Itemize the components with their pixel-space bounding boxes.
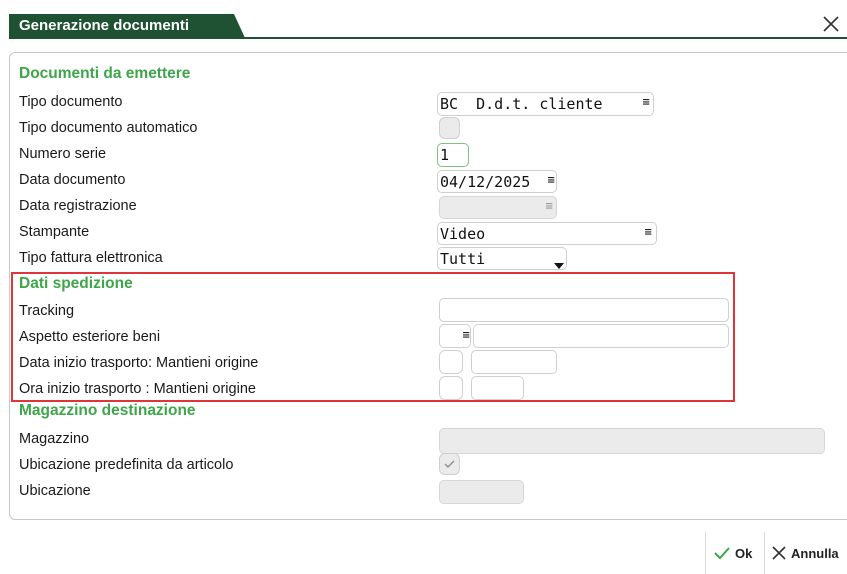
chevron-down-icon[interactable] (554, 256, 564, 272)
data-inizio-checkbox[interactable] (439, 350, 463, 374)
tipo-documento-automatico-checkbox[interactable] (439, 117, 460, 139)
data-registrazione-label: Data registrazione (19, 198, 137, 214)
ubicazione-predefinita-label: Ubicazione predefinita da articolo (19, 457, 234, 473)
data-documento-field[interactable]: 04/12/2025 (437, 170, 557, 193)
data-registrazione-field[interactable] (439, 196, 557, 219)
ubicazione-predefinita-checkbox[interactable] (439, 453, 460, 475)
section-title-documenti: Documenti da emettere (19, 65, 191, 82)
data-inizio-label: Data inizio trasporto: Mantieni origine (19, 355, 259, 371)
tracking-field[interactable] (439, 298, 729, 322)
section-title-spedizione: Dati spedizione (19, 275, 133, 292)
stampante-label: Stampante (19, 224, 90, 240)
button-separator (705, 532, 706, 574)
magazzino-label: Magazzino (19, 431, 90, 447)
tipo-documento-menu-icon[interactable]: ≡ (642, 97, 650, 108)
aspetto-field[interactable] (473, 324, 729, 348)
data-documento-label: Data documento (19, 172, 126, 188)
title-rule (9, 37, 847, 39)
tipo-fattura-label: Tipo fattura elettronica (19, 250, 163, 266)
data-registrazione-menu-icon: ≡ (545, 201, 554, 212)
tipo-documento-automatico-label: Tipo documento automatico (19, 120, 198, 136)
check-icon (714, 547, 730, 560)
ora-inizio-field[interactable] (471, 376, 524, 400)
magazzino-field[interactable] (439, 428, 825, 454)
stampante-field[interactable]: Video (437, 222, 657, 245)
annulla-button[interactable]: Annulla (771, 545, 839, 561)
tipo-documento-field[interactable]: BC D.d.t. cliente (437, 92, 654, 116)
ok-label: Ok (735, 545, 753, 561)
aspetto-menu-icon[interactable]: ≡ (462, 330, 470, 341)
close-icon[interactable] (819, 12, 843, 36)
aspetto-label: Aspetto esteriore beni (19, 329, 161, 345)
section-title-magazzino: Magazzino destinazione (19, 402, 196, 419)
data-inizio-field[interactable] (471, 350, 557, 374)
tracking-label: Tracking (19, 303, 75, 319)
annulla-label: Annulla (791, 545, 839, 561)
numero-serie-field[interactable]: 1 (437, 143, 469, 167)
ubicazione-label: Ubicazione (19, 483, 91, 499)
ora-inizio-label: Ora inizio trasporto : Mantieni origine (19, 381, 256, 397)
close-icon (772, 546, 786, 560)
ok-button[interactable]: Ok (713, 545, 752, 561)
ubicazione-field[interactable] (439, 480, 524, 504)
tipo-documento-label: Tipo documento (19, 94, 123, 110)
tipo-fattura-select[interactable]: Tutti (437, 247, 567, 270)
tipo-documento-value: BC D.d.t. cliente (440, 95, 603, 113)
stampante-menu-icon[interactable]: ≡ (644, 227, 652, 238)
window-title: Generazione documenti (9, 14, 245, 38)
button-separator (764, 532, 765, 574)
ora-inizio-checkbox[interactable] (439, 376, 463, 400)
check-icon (444, 460, 455, 468)
numero-serie-label: Numero serie (19, 146, 107, 162)
data-documento-menu-icon[interactable]: ≡ (547, 175, 555, 186)
